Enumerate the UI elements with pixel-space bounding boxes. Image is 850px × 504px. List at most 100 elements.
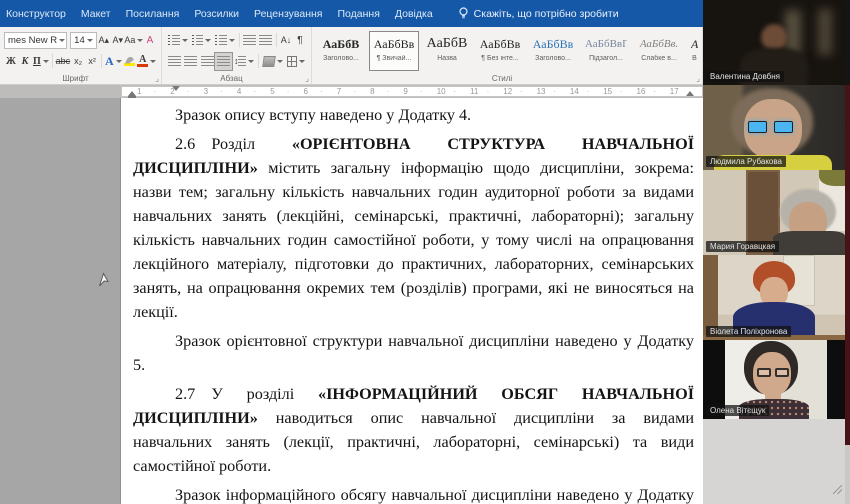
justify-button[interactable] xyxy=(215,53,231,70)
font-size-combobox[interactable]: 14 xyxy=(70,32,97,49)
ruler-mark: 6 xyxy=(304,86,308,97)
chevron-down-icon xyxy=(229,39,235,42)
style-card-8[interactable]: АаБбВвВ xyxy=(687,31,698,71)
clear-formatting-button[interactable]: А xyxy=(143,32,157,49)
participant-video-4[interactable]: Віолета Поліхронова xyxy=(703,255,845,340)
align-center-icon xyxy=(184,56,197,67)
ruler-mark: 8 xyxy=(370,86,374,97)
multilevel-list-button[interactable] xyxy=(213,32,237,49)
ribbon-tab-6[interactable]: Подання xyxy=(337,8,391,20)
chevron-down-icon xyxy=(299,60,305,63)
align-right-button[interactable] xyxy=(199,53,215,70)
style-sample: АаБбВв xyxy=(532,34,574,54)
style-card-2[interactable]: АаБбВв¶ Звичай... xyxy=(369,31,419,71)
ruler-mark: 2 xyxy=(170,86,174,97)
ribbon-tab-7[interactable]: Довідка xyxy=(395,8,445,20)
borders-button[interactable] xyxy=(285,53,307,70)
document-page[interactable]: Зразок опису вступу наведено у Додатку 4… xyxy=(121,98,703,504)
participant-video-2[interactable]: Людмила Рубакова xyxy=(703,85,845,170)
ruler-mark: 9 xyxy=(403,86,407,97)
doc-paragraph-3[interactable]: Зразок орієнтовної структури навчальної … xyxy=(133,329,694,377)
numbered-list-icon xyxy=(192,35,204,46)
glasses-glare xyxy=(748,121,767,133)
ribbon-tab-4[interactable]: Розсилки xyxy=(194,8,251,20)
participant-tiles: Валентина Довбня Людмила Рубакова Мария … xyxy=(703,0,845,419)
indent-decrease-icon xyxy=(243,35,256,46)
text-run: 2.7 У розділі xyxy=(175,385,318,403)
style-card-3[interactable]: АаБбВНазва xyxy=(422,31,472,71)
ruler[interactable]: 1·2·3·4·5·6·7·8·9·10·11·12·13·14·15·16·1… xyxy=(0,85,703,98)
strikethrough-button[interactable]: abc xyxy=(55,53,72,70)
italic-button[interactable]: К xyxy=(18,53,32,70)
panel-resize-handle-icon[interactable] xyxy=(833,485,842,494)
show-paragraph-marks-button[interactable]: ¶ xyxy=(293,32,307,49)
bullet-list-icon xyxy=(168,35,180,46)
superscript-button[interactable]: x² xyxy=(85,53,99,70)
ribbon-tab-3[interactable]: Посилання xyxy=(126,8,192,20)
decrease-indent-button[interactable] xyxy=(242,32,258,49)
style-card-4[interactable]: АаБбВв¶ Без інте... xyxy=(475,31,525,71)
line-spacing-lines-icon xyxy=(238,56,245,67)
indent-increase-icon xyxy=(259,35,272,46)
grow-font-button[interactable]: А▴ xyxy=(97,32,111,49)
ruler-mark: 11 xyxy=(470,86,478,97)
highlight-color-button[interactable] xyxy=(123,53,137,70)
participant-video-1[interactable]: Валентина Довбня xyxy=(703,0,845,85)
participant-video-5[interactable]: Олена Вітєщук xyxy=(703,340,845,419)
doc-paragraph-4[interactable]: 2.7 У розділі «ІНФОРМАЦІЙНИЙ ОБСЯГ НАВЧА… xyxy=(133,382,694,478)
style-card-6[interactable]: АаБбВвГПідзагол... xyxy=(581,31,631,71)
tell-me-box[interactable]: Скажіть, що потрібно зробити xyxy=(458,7,619,20)
right-indent-marker[interactable] xyxy=(686,91,694,96)
window-light xyxy=(818,9,832,55)
ribbon: mes New R 14 А▴ А▾ Аа А Ж К П abc x₂ x² … xyxy=(0,27,703,85)
style-sample: АаБбВв xyxy=(373,34,415,54)
style-card-1[interactable]: АаБбВЗаголово... xyxy=(316,31,366,71)
ruler-mark: 17 xyxy=(670,86,679,97)
shading-button[interactable] xyxy=(261,53,285,70)
glasses xyxy=(775,368,789,377)
change-case-button[interactable]: Аа xyxy=(125,32,143,49)
doc-paragraph-2[interactable]: 2.6 Розділ «ОРІЄНТОВНА СТРУКТУРА НАВЧАЛЬ… xyxy=(133,132,694,324)
ribbon-tab-1[interactable]: Конструктор xyxy=(6,8,78,20)
style-name: Заголово... xyxy=(320,55,362,62)
font-color-button[interactable]: А xyxy=(137,53,158,70)
styles-dialog-launcher-icon[interactable]: ⌟ xyxy=(696,75,700,83)
bold-button[interactable]: Ж xyxy=(4,53,18,70)
participant-video-3[interactable]: Мария Горавцкая xyxy=(703,170,845,255)
participant-name-badge: Людмила Рубакова xyxy=(706,156,786,167)
numbering-button[interactable] xyxy=(190,32,214,49)
screen: КонструкторМакетПосиланняРозсилкиРецензу… xyxy=(0,0,850,504)
ribbon-tab-2[interactable]: Макет xyxy=(81,8,123,20)
align-center-button[interactable] xyxy=(182,53,198,70)
subscript-button[interactable]: x₂ xyxy=(71,53,85,70)
video-call-panel: Валентина Довбня Людмила Рубакова Мария … xyxy=(703,0,850,504)
ruler-tick: · xyxy=(487,86,490,97)
text-effects-button[interactable]: А xyxy=(104,53,122,70)
align-left-button[interactable] xyxy=(166,53,182,70)
text-run: 2.6 Розділ xyxy=(175,135,292,153)
font-name-combobox[interactable]: mes New R xyxy=(4,32,67,49)
ruler-tick: · xyxy=(520,86,523,97)
chevron-down-icon xyxy=(150,60,156,63)
font-group-label: Шрифт xyxy=(0,74,151,83)
underline-button[interactable]: П xyxy=(32,53,50,70)
ruler-tick: · xyxy=(187,86,190,97)
style-card-7[interactable]: АаБбВв.Слабке в... xyxy=(634,31,684,71)
style-name: ¶ Звичай... xyxy=(373,55,415,62)
bullets-button[interactable] xyxy=(166,32,190,49)
increase-indent-button[interactable] xyxy=(258,32,274,49)
doc-paragraph-1[interactable]: Зразок опису вступу наведено у Додатку 4… xyxy=(133,103,694,127)
document-text: Зразок опису вступу наведено у Додатку 4… xyxy=(121,98,703,504)
chevron-down-icon xyxy=(182,39,188,42)
panel-edge-strip xyxy=(845,85,850,445)
styles-group-label: Стилі xyxy=(312,74,692,83)
ruler-tick: · xyxy=(287,86,290,97)
style-card-5[interactable]: АаБбВвЗаголово... xyxy=(528,31,578,71)
sort-button[interactable]: А↓ xyxy=(279,32,293,49)
ribbon-tab-5[interactable]: Рецензування xyxy=(254,8,334,20)
doc-paragraph-5[interactable]: Зразок інформаційного обсягу навчальної … xyxy=(133,483,694,504)
line-spacing-button[interactable]: ↕ xyxy=(232,53,256,70)
shrink-font-button[interactable]: А▾ xyxy=(111,32,125,49)
paragraph-dialog-launcher-icon[interactable]: ⌟ xyxy=(305,75,309,83)
font-dialog-launcher-icon[interactable]: ⌟ xyxy=(155,75,159,83)
